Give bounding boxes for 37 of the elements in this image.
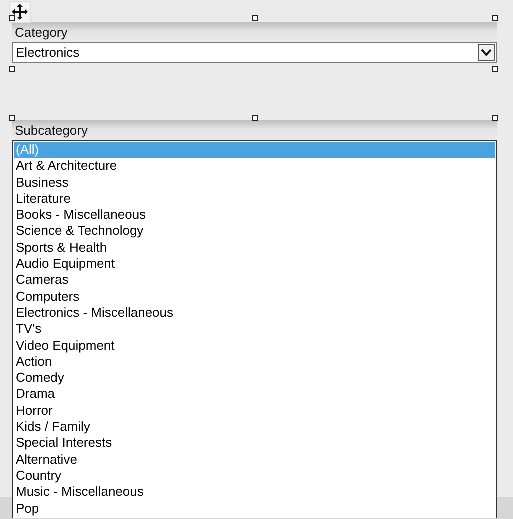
category-label: Category [12, 22, 497, 42]
move-handle-icon[interactable] [9, 1, 31, 23]
list-item[interactable]: Cameras [14, 272, 495, 289]
list-item[interactable]: Literature [14, 190, 495, 208]
list-item[interactable]: Business [14, 174, 495, 191]
category-dropdown[interactable]: Electronics [12, 42, 497, 63]
resize-handle[interactable] [9, 115, 15, 121]
list-item[interactable]: Pop [14, 500, 495, 517]
list-item[interactable]: Electronics - Miscellaneous [14, 304, 495, 322]
list-item[interactable]: Art & Architecture [14, 158, 495, 175]
list-item[interactable]: Science & Technology [14, 223, 495, 240]
caret-icon [481, 48, 492, 56]
list-item[interactable]: Country [14, 468, 495, 484]
list-item[interactable]: Audio Equipment [14, 256, 495, 272]
list-item[interactable]: Special Interests [14, 435, 495, 452]
list-item[interactable]: Alternative [14, 452, 495, 468]
list-item[interactable]: Video Equipment [14, 338, 495, 354]
resize-handle[interactable] [492, 15, 498, 21]
list-item[interactable]: Books - Miscellaneous [14, 207, 495, 224]
list-item[interactable]: Comedy [14, 370, 495, 386]
resize-handle[interactable] [492, 66, 498, 72]
list-item[interactable]: Drama [14, 386, 495, 403]
list-item[interactable]: Computers [14, 288, 495, 305]
resize-handle[interactable] [492, 115, 498, 121]
list-item[interactable]: Sports & Health [14, 240, 495, 256]
subcategory-label: Subcategory [12, 120, 497, 140]
resize-handle[interactable] [9, 66, 15, 72]
list-item[interactable]: Horror [14, 402, 495, 420]
resize-handle[interactable] [252, 15, 258, 21]
subcategory-list[interactable] [12, 140, 497, 518]
list-item[interactable]: Kids / Family [14, 419, 495, 436]
resize-handle[interactable] [252, 115, 258, 121]
list-item[interactable]: TV's [14, 321, 495, 338]
dropdown-button[interactable] [478, 44, 495, 61]
list-item[interactable]: Action [14, 354, 495, 370]
list-item[interactable]: Music - Miscellaneous [14, 484, 495, 501]
resize-handle[interactable] [9, 15, 15, 21]
